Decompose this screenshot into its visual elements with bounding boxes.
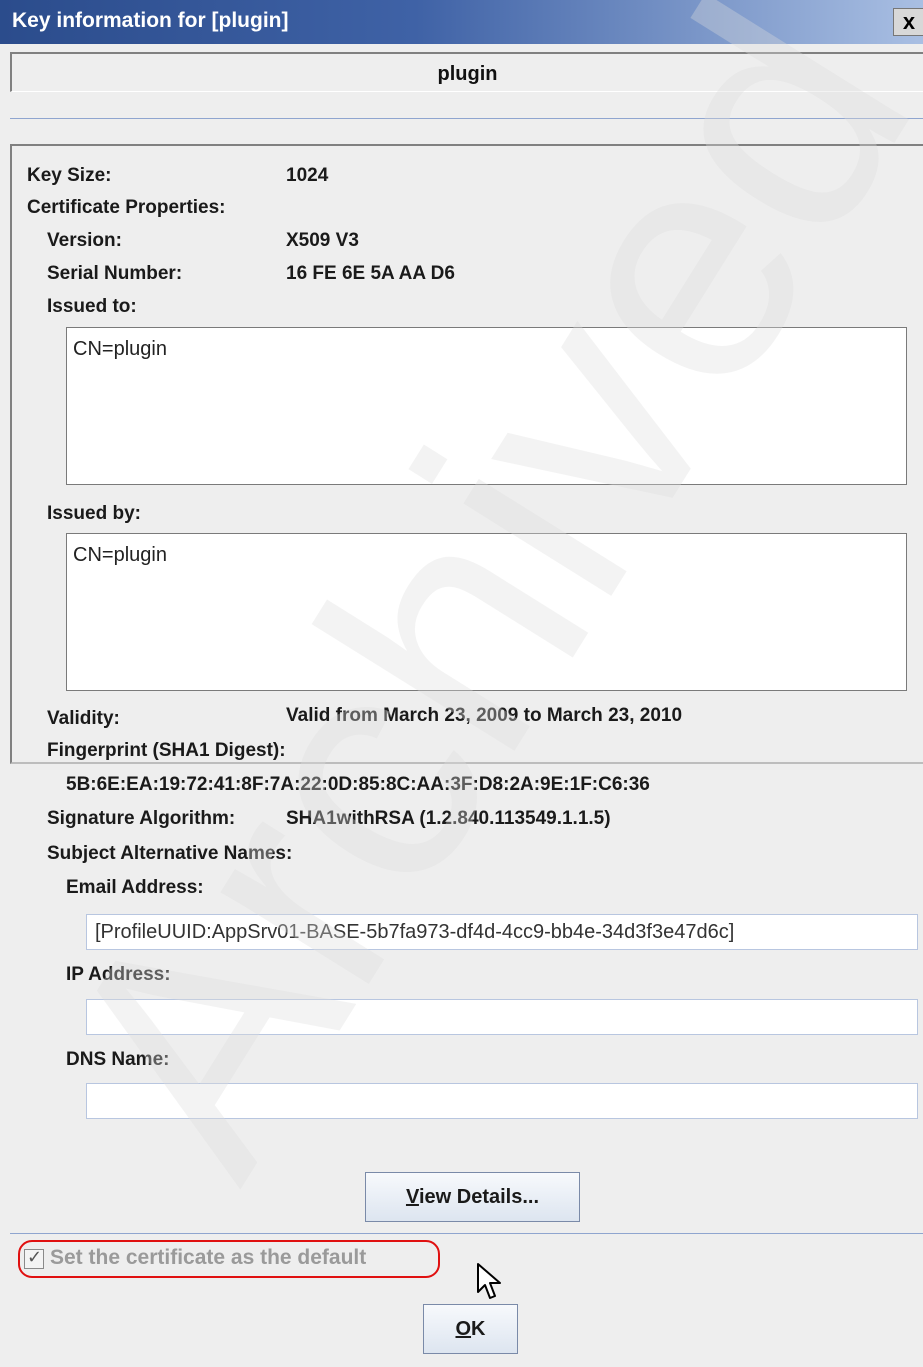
ok-mnemonic: O — [455, 1318, 472, 1340]
key-size-label: Key Size: — [27, 165, 112, 186]
dns-name-field[interactable] — [86, 1083, 918, 1119]
default-certificate-label: Set the certificate as the default — [50, 1246, 367, 1269]
serial-number-label: Serial Number: — [47, 263, 183, 284]
issued-by-label: Issued by: — [47, 503, 141, 524]
email-address-field[interactable]: [ProfileUUID:AppSrv01-BASE-5b7fa973-df4d… — [86, 914, 918, 950]
view-details-mnemonic: V — [405, 1186, 419, 1208]
ok-label: K — [471, 1318, 486, 1340]
separator-bottom — [10, 1233, 923, 1234]
subject-alternative-names-label: Subject Alternative Names: — [47, 843, 293, 864]
ip-address-field[interactable] — [86, 999, 918, 1035]
issued-to-textarea[interactable]: CN=plugin — [66, 327, 907, 485]
ok-button[interactable]: OK — [423, 1304, 518, 1354]
signature-algorithm-label: Signature Algorithm: — [47, 808, 236, 829]
separator-top — [10, 118, 923, 119]
fingerprint-label: Fingerprint (SHA1 Digest): — [47, 740, 286, 761]
serial-number-value: 16 FE 6E 5A AA D6 — [286, 263, 455, 284]
default-certificate-checkbox-row[interactable]: ✓ Set the certificate as the default — [18, 1240, 440, 1278]
title-bar[interactable]: Key information for [plugin] x — [0, 0, 923, 44]
fingerprint-value: 5B:6E:EA:19:72:41:8F:7A:22:0D:85:8C:AA:3… — [66, 774, 650, 795]
ip-address-label: IP Address: — [66, 964, 171, 985]
close-button[interactable]: x — [893, 8, 923, 36]
version-value: X509 V3 — [286, 230, 359, 251]
signature-algorithm-value: SHA1withRSA (1.2.840.113549.1.1.5) — [286, 808, 611, 829]
key-label-header: plugin — [10, 52, 923, 92]
issued-to-label: Issued to: — [47, 296, 137, 317]
mouse-pointer-icon — [477, 1263, 501, 1299]
version-label: Version: — [47, 230, 122, 251]
window-title: Key information for [plugin] — [12, 9, 289, 32]
view-details-button[interactable]: View Details... — [365, 1172, 580, 1222]
issued-by-textarea[interactable]: CN=plugin — [66, 533, 907, 691]
email-address-label: Email Address: — [66, 877, 204, 898]
view-details-label: iew Details... — [418, 1186, 540, 1208]
key-info-dialog: Key information for [plugin] x plugin Ke… — [0, 0, 923, 1367]
certificate-properties-label: Certificate Properties: — [27, 197, 226, 218]
dns-name-label: DNS Name: — [66, 1049, 170, 1070]
checkmark-icon: ✓ — [27, 1247, 43, 1267]
key-size-value: 1024 — [286, 165, 329, 186]
validity-value: Valid from March 23, 2009 to March 23, 2… — [286, 705, 683, 726]
default-certificate-checkbox[interactable]: ✓ — [24, 1247, 44, 1269]
validity-label: Validity: — [47, 708, 120, 729]
